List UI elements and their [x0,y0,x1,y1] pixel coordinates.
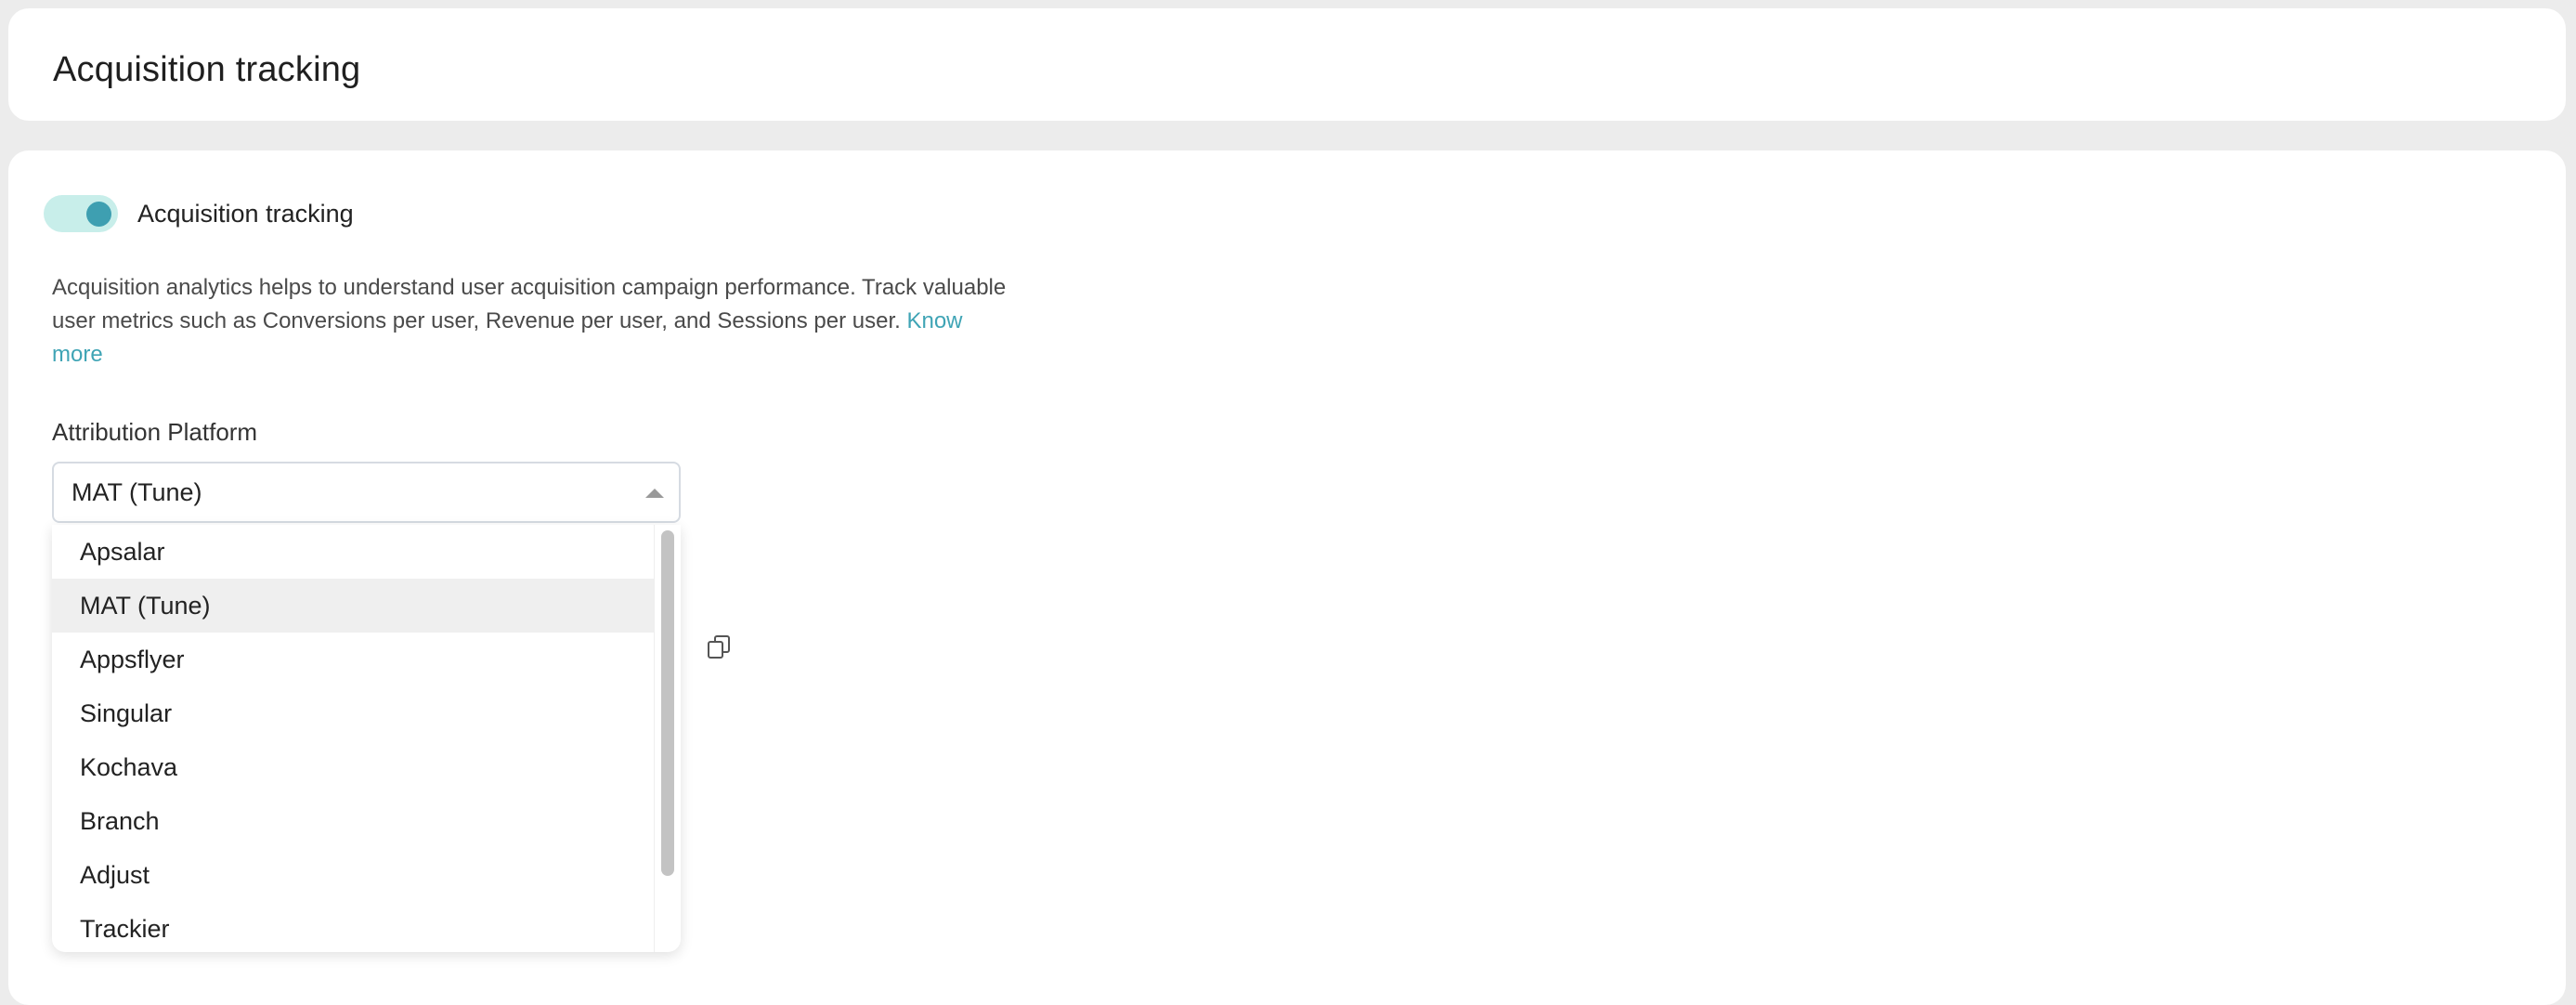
header-card: Acquisition tracking [8,8,2566,121]
acquisition-toggle-row: Acquisition tracking [44,190,354,237]
copy-icon[interactable] [706,633,734,661]
attribution-platform-dropdown: Apsalar MAT (Tune) Appsflyer Singular Ko… [52,525,681,952]
attribution-platform-label: Attribution Platform [52,418,258,446]
toggle-knob [86,202,111,227]
caret-up-icon [645,489,664,498]
select-value: MAT (Tune) [72,477,202,506]
acquisition-tracking-toggle[interactable] [44,195,118,232]
dropdown-option-branch[interactable]: Branch [52,794,654,848]
toggle-label: Acquisition tracking [137,199,354,228]
dropdown-items: Apsalar MAT (Tune) Appsflyer Singular Ko… [52,525,654,952]
dropdown-option-adjust[interactable]: Adjust [52,848,654,902]
dropdown-option-kochava[interactable]: Kochava [52,740,654,794]
dropdown-option-apsalar[interactable]: Apsalar [52,525,654,579]
dropdown-option-trackier[interactable]: Trackier [52,902,654,952]
dropdown-option-mat-tune[interactable]: MAT (Tune) [52,579,654,633]
description-text: Acquisition analytics helps to understan… [52,275,1007,333]
dropdown-option-appsflyer[interactable]: Appsflyer [52,633,654,686]
attribution-platform-select[interactable]: MAT (Tune) [52,462,681,523]
page-title: Acquisition tracking [53,50,361,89]
dropdown-scrollbar[interactable] [654,525,681,952]
scrollbar-thumb[interactable] [661,530,674,876]
description: Acquisition analytics helps to understan… [52,271,1018,372]
dropdown-option-singular[interactable]: Singular [52,686,654,740]
